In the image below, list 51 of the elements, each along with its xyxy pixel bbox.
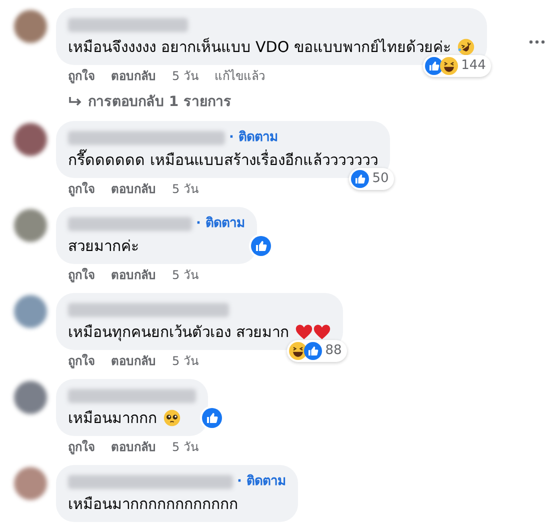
- timestamp: 5 วัน: [172, 181, 198, 197]
- replies-link[interactable]: การตอบกลับ 1 รายการ: [56, 93, 487, 111]
- reaction-count: 144: [461, 58, 486, 74]
- reply-link[interactable]: ตอบกลับ: [111, 439, 156, 455]
- pleading-face-icon: [163, 409, 181, 427]
- thumbs-up-icon: [251, 236, 272, 256]
- comment-text: เหมือนจึงงงงง อยากเห็นแบบ VDO ขอแบบพากย์ไทยด้วยค่ะ: [68, 37, 451, 57]
- reply-arrow-icon: [68, 96, 82, 108]
- reply-link[interactable]: ตอบกลับ: [111, 181, 156, 197]
- laughing-face-icon: [440, 57, 458, 75]
- like-link[interactable]: ถูกใจ: [68, 267, 95, 283]
- reply-link[interactable]: ตอบกลับ: [111, 353, 156, 369]
- comment-text: เหมือนมากกก: [68, 408, 157, 428]
- like-link[interactable]: ถูกใจ: [68, 68, 95, 84]
- more-options-icon[interactable]: [529, 40, 545, 44]
- like-link[interactable]: ถูกใจ: [68, 353, 95, 369]
- reaction-badge[interactable]: [249, 234, 274, 258]
- avatar[interactable]: [14, 381, 47, 414]
- like-link[interactable]: ถูกใจ: [68, 181, 95, 197]
- reaction-badge[interactable]: 88: [287, 340, 347, 362]
- timestamp: 5 วัน: [172, 68, 198, 84]
- thumbs-up-icon: [304, 342, 322, 360]
- like-link[interactable]: ถูกใจ: [68, 439, 95, 455]
- reaction-badge[interactable]: 50: [349, 168, 394, 190]
- follow-link[interactable]: · ติดตาม: [229, 129, 278, 147]
- comment-text: สวยมากค่ะ: [68, 236, 139, 256]
- laughing-face-icon: [456, 38, 475, 56]
- avatar[interactable]: [14, 467, 47, 500]
- avatar[interactable]: [14, 209, 47, 242]
- heart-icon: [294, 323, 313, 341]
- timestamp: 5 วัน: [172, 353, 198, 369]
- avatar[interactable]: [14, 295, 47, 328]
- reply-link[interactable]: ตอบกลับ: [111, 68, 156, 84]
- reply-link[interactable]: ตอบกลับ: [111, 267, 156, 283]
- reaction-badge[interactable]: 144: [423, 55, 491, 77]
- follow-link[interactable]: · ติดตาม: [237, 473, 286, 491]
- thumbs-up-icon: [202, 408, 222, 428]
- comment-text: เหมือนทุกคนยกเว้นตัวเอง สวยมาก: [68, 322, 289, 342]
- reaction-count: 50: [372, 171, 389, 187]
- thumbs-up-icon: [351, 170, 370, 188]
- heart-icon: [312, 323, 331, 341]
- follow-link[interactable]: · ติดตาม: [196, 215, 246, 233]
- comment-text: กรี๊ดดดดดด เหมือนแบบสร้างเรื่องอีกแล้ววววววว: [68, 150, 378, 170]
- timestamp: 5 วัน: [172, 267, 198, 283]
- timestamp: 5 วัน: [172, 439, 198, 455]
- reaction-badge[interactable]: [200, 406, 224, 430]
- comment-text: เหมือนมากกกกกกกกกกกก: [68, 494, 238, 514]
- avatar[interactable]: [14, 10, 47, 43]
- avatar[interactable]: [14, 123, 47, 156]
- reaction-count: 88: [325, 343, 342, 359]
- edited-label: แก้ไขแล้ว: [214, 68, 266, 84]
